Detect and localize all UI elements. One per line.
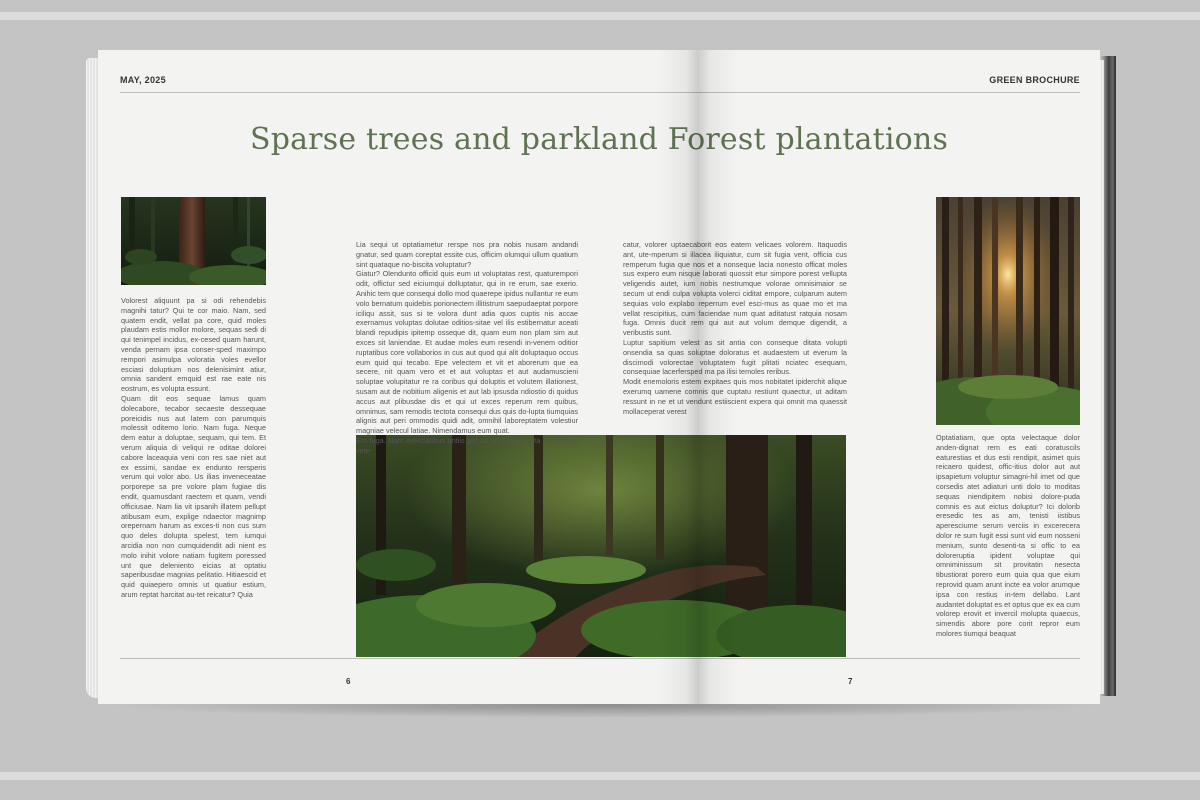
text-column-a: Volorest aliquunt pa si odi rehendebis m… <box>121 296 266 600</box>
text-column-b: Lia sequi ut optatiametur rerspe nos pra… <box>356 240 578 456</box>
magazine-spread: MAY, 2025 GREEN BROCHURE Sparse trees an… <box>98 50 1100 704</box>
publication-name: GREEN BROCHURE <box>989 75 1080 85</box>
photo-sunburst-forest <box>936 197 1080 425</box>
paragraph: Em fuga. Nam exerciatibus untiis por as … <box>356 435 578 455</box>
text-column-d: Optatiatiam, que opta velectaque dolor a… <box>936 433 1080 639</box>
paragraph: catur, volorer uptaecaborit eos eatem ve… <box>623 240 847 338</box>
paragraph: Quam dit eos sequae lamus quam dolecabor… <box>121 393 266 599</box>
page-number-left: 6 <box>346 677 351 686</box>
photo-forest-trail <box>356 435 846 657</box>
text-column-c: catur, volorer uptaecaborit eos eatem ve… <box>623 240 847 416</box>
paragraph: Lia sequi ut optatiametur rerspe nos pra… <box>356 240 578 269</box>
paragraph: Optatiatiam, que opta velectaque dolor a… <box>936 433 1081 638</box>
footer-rule <box>120 658 1080 659</box>
photo-redwood-trunk <box>121 197 266 285</box>
paragraph: Giatur? Olendunto officid quis eum ut vo… <box>356 269 578 436</box>
paragraph: Volorest aliquunt pa si odi rehendebis m… <box>121 296 266 394</box>
page-number-right: 7 <box>848 677 853 686</box>
paragraph: Luptur sapitium velest as sit antia con … <box>623 337 847 377</box>
background-band-bottom <box>0 772 1200 780</box>
header-rule <box>120 92 1080 93</box>
background-band-top <box>0 12 1200 20</box>
paragraph: Modit enemoloris estem expitaes quis mos… <box>623 377 847 416</box>
issue-date: MAY, 2025 <box>120 75 166 85</box>
article-title: Sparse trees and parkland Forest plantat… <box>249 122 949 157</box>
